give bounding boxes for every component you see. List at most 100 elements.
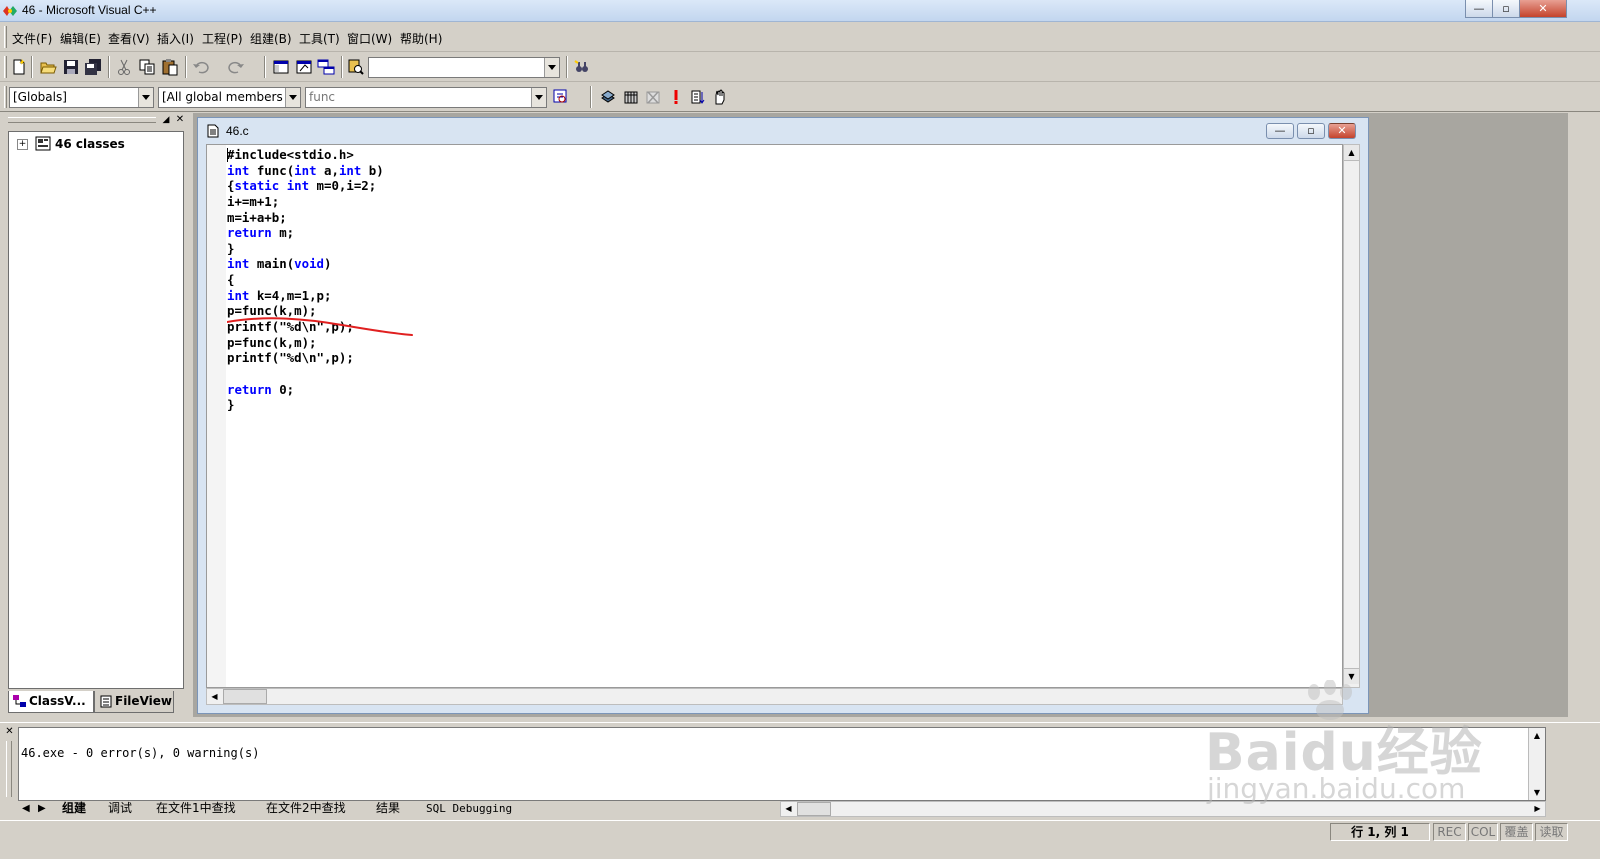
output-icon[interactable]: [294, 57, 314, 77]
copy-icon[interactable]: [137, 57, 157, 77]
tab-fileview[interactable]: FileView: [94, 691, 174, 713]
go-icon[interactable]: [710, 87, 730, 107]
red-annotation-stroke: [227, 317, 413, 336]
build-icon[interactable]: [621, 87, 641, 107]
minimize-button[interactable]: —: [1465, 0, 1493, 18]
find-in-files-icon[interactable]: [346, 57, 366, 77]
code-line[interactable]: return 0;: [227, 382, 384, 398]
menu-file[interactable]: 文件(F): [12, 30, 52, 47]
scroll-left-icon[interactable]: ◀: [781, 802, 796, 816]
dock-toggle-icon[interactable]: ◢: [160, 115, 172, 126]
undo-icon[interactable]: [191, 57, 223, 77]
tree-root-label[interactable]: 46 classes: [55, 137, 125, 151]
tab-results[interactable]: 结果: [376, 801, 400, 817]
cut-icon[interactable]: [114, 57, 134, 77]
code-line[interactable]: {static int m=0,i=2;: [227, 178, 384, 194]
save-icon[interactable]: [61, 57, 81, 77]
find-icon[interactable]: [572, 57, 592, 77]
close-icon[interactable]: ✕: [4, 727, 15, 738]
code-line[interactable]: return m;: [227, 225, 384, 241]
execute-icon[interactable]: [666, 87, 686, 107]
member-combo[interactable]: func: [305, 87, 547, 108]
wizardbar-grip[interactable]: [4, 86, 7, 108]
code-lines[interactable]: #include<stdio.h> int func(int a,int b) {s…: [227, 147, 384, 413]
maximize-button[interactable]: ▫: [1492, 0, 1520, 18]
window-list-icon[interactable]: [316, 57, 336, 77]
filter-combo[interactable]: [All global members: [158, 87, 301, 108]
chevron-down-icon[interactable]: [544, 58, 559, 77]
code-line[interactable]: int func(int a,int b): [227, 163, 384, 179]
scroll-right-icon[interactable]: ▶: [1530, 802, 1545, 816]
find-combo[interactable]: [368, 57, 560, 78]
tab-debug[interactable]: 调试: [108, 801, 132, 817]
open-folder-icon[interactable]: [38, 57, 58, 77]
code-line[interactable]: {: [227, 272, 384, 288]
compile-icon[interactable]: [598, 87, 618, 107]
menu-help[interactable]: 帮助(H): [400, 30, 442, 47]
output-grip[interactable]: [6, 741, 12, 797]
redo-icon[interactable]: [226, 57, 258, 77]
watermark-url: jingyan.baidu.com: [1207, 772, 1466, 805]
class-tree[interactable]: + 46 classes: [8, 131, 184, 689]
code-line[interactable]: printf("%d\n",p);: [227, 350, 384, 366]
new-file-icon[interactable]: [9, 57, 29, 77]
code-text: ): [324, 256, 332, 272]
tab-scroll-right-icon[interactable]: ▶: [38, 801, 46, 817]
menu-insert[interactable]: 插入(I): [157, 30, 194, 47]
chevron-down-icon[interactable]: [138, 88, 153, 107]
paste-icon[interactable]: [160, 57, 180, 77]
menu-build[interactable]: 组建(B): [250, 30, 292, 47]
scroll-thumb[interactable]: [797, 802, 831, 816]
code-line[interactable]: }: [227, 241, 384, 257]
code-line[interactable]: i+=m+1;: [227, 194, 384, 210]
stop-build-icon[interactable]: [643, 87, 663, 107]
chevron-down-icon[interactable]: [285, 88, 300, 107]
menu-grip[interactable]: [4, 26, 7, 48]
tab-scroll-left-icon[interactable]: ◀: [22, 801, 30, 817]
menu-project[interactable]: 工程(P): [202, 30, 243, 47]
chevron-down-icon[interactable]: [531, 88, 546, 107]
tab-sql-debugging[interactable]: SQL Debugging: [426, 801, 512, 817]
code-text: m=0,i=2;: [309, 178, 377, 194]
code-line[interactable]: #include<stdio.h>: [227, 147, 384, 163]
workspace-grip[interactable]: [8, 117, 156, 123]
menu-window[interactable]: 窗口(W): [347, 30, 392, 47]
code-editor[interactable]: #include<stdio.h> int func(int a,int b) {s…: [206, 144, 1343, 688]
save-all-icon[interactable]: [83, 57, 103, 77]
editor-restore-button[interactable]: ▫: [1297, 123, 1325, 139]
scroll-thumb[interactable]: [223, 689, 267, 704]
wizard-action-icon[interactable]: [551, 87, 585, 107]
menu-tools[interactable]: 工具(T): [299, 30, 340, 47]
editor-minimize-button[interactable]: —: [1266, 123, 1294, 139]
status-col: COL: [1468, 823, 1498, 841]
insert-breakpoint-icon[interactable]: [688, 87, 708, 107]
code-line[interactable]: int main(void): [227, 256, 384, 272]
scroll-up-icon[interactable]: ▲: [1344, 145, 1359, 161]
scroll-up-icon[interactable]: ▲: [1529, 728, 1545, 743]
tab-find-in-files-1[interactable]: 在文件1中查找: [156, 801, 236, 817]
menu-edit[interactable]: 编辑(E): [60, 30, 101, 47]
editor-vertical-scrollbar[interactable]: ▲ ▼: [1343, 144, 1360, 688]
tab-classview[interactable]: ClassV...: [8, 691, 94, 713]
editor-gutter[interactable]: [207, 145, 226, 687]
class-combo[interactable]: [Globals]: [9, 87, 154, 108]
code-line[interactable]: [227, 366, 384, 382]
toolbar-grip[interactable]: [4, 56, 7, 78]
classview-icon: [13, 695, 26, 707]
scroll-left-icon[interactable]: ◀: [207, 689, 222, 704]
tab-build[interactable]: 组建: [62, 801, 86, 817]
editor-horizontal-scrollbar[interactable]: ◀: [206, 688, 1343, 705]
scroll-down-icon[interactable]: ▼: [1529, 785, 1545, 800]
code-line[interactable]: }: [227, 397, 384, 413]
output-vertical-scrollbar[interactable]: ▲ ▼: [1528, 728, 1545, 800]
menu-view[interactable]: 查看(V): [108, 30, 150, 47]
close-icon[interactable]: ✕: [174, 115, 186, 126]
workspace-icon[interactable]: [271, 57, 291, 77]
expand-icon[interactable]: +: [17, 139, 28, 150]
code-line[interactable]: int k=4,m=1,p;: [227, 288, 384, 304]
editor-close-button[interactable]: ✕: [1328, 123, 1356, 139]
status-overwrite: 覆盖: [1500, 823, 1533, 841]
close-button[interactable]: ✕: [1519, 0, 1567, 18]
tab-find-in-files-2[interactable]: 在文件2中查找: [266, 801, 346, 817]
code-line[interactable]: m=i+a+b;: [227, 210, 384, 226]
